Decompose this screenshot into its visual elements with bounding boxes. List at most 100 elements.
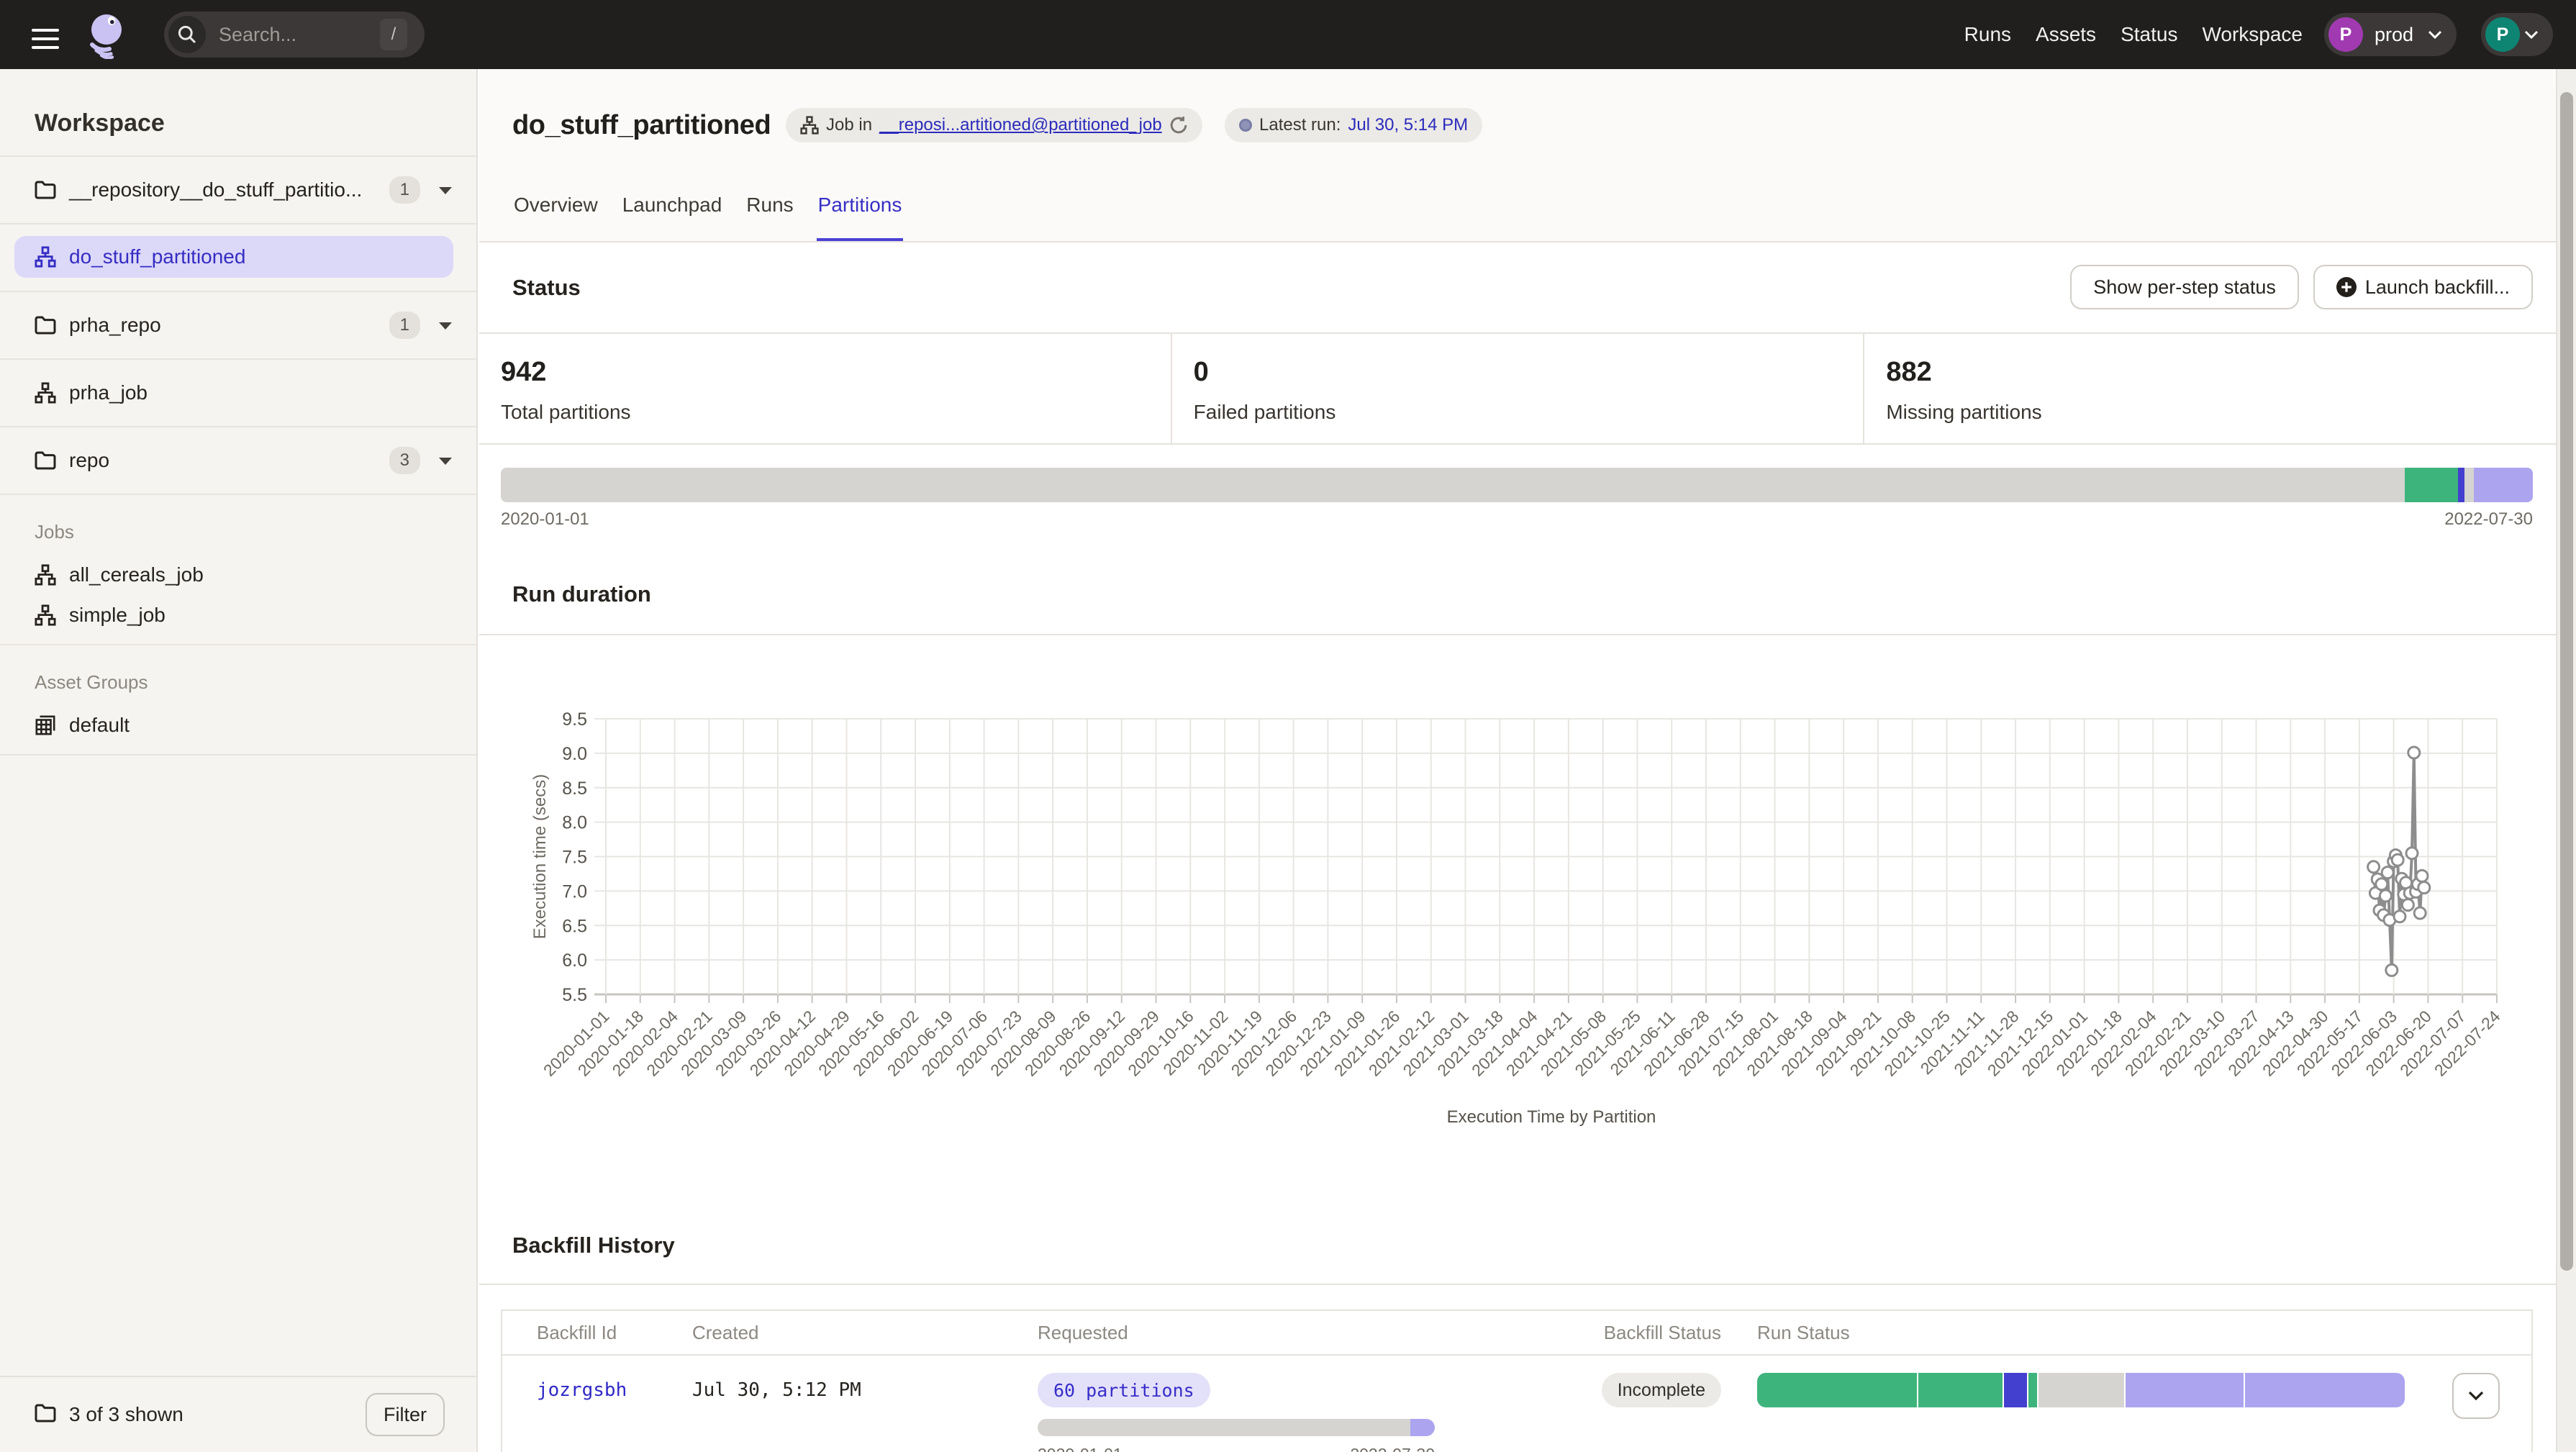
search-input[interactable]: Search... /	[164, 12, 425, 58]
latest-run-tag: Latest run: Jul 30, 5:14 PM	[1225, 108, 1482, 142]
job-header: do_stuff_partitioned Job in __reposi...a…	[479, 69, 2556, 242]
nav-links: Runs Assets Status Workspace	[1964, 0, 2303, 69]
vertical-scrollbar[interactable]	[2556, 69, 2576, 1452]
count-badge: 1	[389, 176, 420, 204]
folder-icon	[35, 316, 56, 335]
svg-text:6.5: 6.5	[562, 916, 587, 936]
stat-total-partitions: 942 Total partitions	[479, 334, 1171, 443]
backfill-requested: 60 partitions 2020-01-012022-07-30	[1020, 1356, 1452, 1452]
partition-status-bar-track[interactable]	[501, 468, 2533, 502]
chevron-down-icon	[2468, 1391, 2484, 1401]
run-duration-chart: 9.59.08.58.07.57.06.56.05.52020-01-01202…	[479, 636, 2556, 1147]
asset-group-icon	[35, 714, 56, 736]
tab-overview[interactable]: Overview	[512, 194, 599, 241]
backfill-history-heading: Backfill History	[512, 1233, 675, 1258]
nav-link-status[interactable]: Status	[2121, 23, 2177, 46]
plus-circle-icon	[2336, 277, 2357, 297]
launch-backfill-button[interactable]: Launch backfill...	[2313, 265, 2533, 309]
run-duration-heading: Run duration	[512, 581, 651, 607]
col-backfill-status: Backfill Status	[1452, 1311, 1740, 1354]
svg-text:Execution Time by Partition: Execution Time by Partition	[1447, 1107, 1656, 1127]
tab-runs[interactable]: Runs	[745, 194, 794, 241]
expand-row-button[interactable]	[2452, 1373, 2500, 1419]
run-duration-header: Run duration	[479, 554, 2556, 635]
col-backfill-id: Backfill Id	[502, 1311, 675, 1354]
sidebar-section-jobs: Jobs all_cereals_jobsimple_job	[0, 495, 476, 645]
sidebar-item-repo[interactable]: repo 3	[0, 427, 476, 495]
user-avatar: P	[2485, 17, 2520, 52]
shown-count: 3 of 3 shown	[69, 1403, 183, 1426]
sidebar-item-prha-repo[interactable]: prha_repo 1	[0, 292, 476, 360]
backfill-id-link[interactable]: jozrgsbh	[537, 1379, 627, 1401]
svg-text:6.0: 6.0	[562, 950, 587, 971]
run-status-dot	[1239, 119, 1252, 132]
tab-partitions[interactable]: Partitions	[817, 194, 904, 241]
stat-failed-partitions: 0 Failed partitions	[1171, 334, 1864, 443]
requested-partitions-chip[interactable]: 60 partitions	[1038, 1373, 1210, 1407]
sidebar-section-asset-groups: Asset Groups default	[0, 645, 476, 756]
sidebar-item-prha-job[interactable]: prha_job	[0, 360, 476, 427]
user-menu[interactable]: P	[2481, 13, 2553, 56]
scrollbar-thumb[interactable]	[2560, 92, 2573, 1271]
folder-icon	[35, 181, 56, 199]
expand-caret-icon[interactable]	[439, 322, 452, 330]
backfill-row: jozrgsbh Jul 30, 5:12 PM 60 partitions 2…	[502, 1356, 2531, 1452]
menu-icon[interactable]	[32, 29, 59, 49]
sidebar-item--repository-do-stuff-partitio-[interactable]: __repository__do_stuff_partitio... 1	[0, 157, 476, 224]
sidebar-item-do-stuff-partitioned[interactable]: do_stuff_partitioned	[0, 224, 476, 292]
status-section-header: Status Show per-step status Launch backf…	[479, 243, 2556, 332]
svg-text:8.0: 8.0	[562, 813, 587, 833]
search-placeholder: Search...	[219, 24, 296, 46]
filter-button[interactable]: Filter	[366, 1393, 445, 1436]
dagster-logo[interactable]	[82, 10, 131, 59]
reload-icon[interactable]	[1169, 116, 1188, 135]
top-nav: Search... / Runs Assets Status Workspace P …	[0, 0, 2576, 69]
workspace-sidebar: Workspace __repository__do_stuff_partiti…	[0, 69, 478, 1452]
chevron-down-icon	[2428, 30, 2442, 39]
search-shortcut-key: /	[380, 19, 407, 50]
deployment-switcher[interactable]: P prod	[2324, 13, 2457, 56]
tab-launchpad[interactable]: Launchpad	[621, 194, 724, 241]
latest-run-link[interactable]: Jul 30, 5:14 PM	[1348, 115, 1468, 135]
backfill-history-header: Backfill History	[479, 1207, 2556, 1285]
nav-link-workspace[interactable]: Workspace	[2202, 23, 2303, 46]
job-origin-tag: Job in __reposi...artitioned@partitioned…	[786, 108, 1202, 142]
backfill-table-header: Backfill Id Created Requested Backfill S…	[502, 1311, 2531, 1356]
svg-text:Execution time (secs): Execution time (secs)	[530, 774, 550, 939]
col-created: Created	[675, 1311, 1020, 1354]
section-label: Jobs	[35, 521, 476, 543]
col-run-status: Run Status	[1740, 1311, 2422, 1354]
job-tabs: Overview Launchpad Runs Partitions	[512, 194, 903, 241]
count-badge: 1	[389, 312, 420, 339]
sidebar-item-default[interactable]: default	[0, 705, 476, 745]
nav-link-runs[interactable]: Runs	[1964, 23, 2011, 46]
status-heading: Status	[512, 275, 581, 301]
svg-text:7.5: 7.5	[562, 848, 587, 868]
svg-text:9.0: 9.0	[562, 744, 587, 764]
backfill-table: Backfill Id Created Requested Backfill S…	[501, 1310, 2533, 1452]
expand-caret-icon[interactable]	[439, 458, 452, 465]
deployment-avatar: P	[2328, 17, 2363, 52]
backfill-created: Jul 30, 5:12 PM	[692, 1379, 861, 1401]
section-label: Asset Groups	[35, 671, 476, 694]
count-badge: 3	[389, 447, 420, 474]
job-icon	[35, 604, 56, 626]
run-status-bar[interactable]	[1757, 1373, 2405, 1407]
sidebar-item-all_cereals_job[interactable]: all_cereals_job	[0, 555, 476, 595]
bar-start-date: 2020-01-01	[501, 509, 589, 530]
main-content: do_stuff_partitioned Job in __reposi...a…	[479, 69, 2556, 1452]
expand-caret-icon[interactable]	[439, 187, 452, 194]
chevron-down-icon	[2524, 30, 2539, 39]
col-requested: Requested	[1020, 1311, 1452, 1354]
job-icon	[35, 564, 56, 586]
requested-progress-bar	[1038, 1419, 1435, 1436]
job-origin-link[interactable]: __reposi...artitioned@partitioned_job	[879, 115, 1162, 135]
folder-icon	[35, 451, 56, 470]
nav-link-assets[interactable]: Assets	[2036, 23, 2096, 46]
show-per-step-status-button[interactable]: Show per-step status	[2070, 265, 2299, 309]
search-icon	[168, 16, 206, 53]
partition-status-bar: 2020-01-01 2022-07-30	[501, 468, 2533, 530]
job-icon	[35, 246, 56, 268]
partition-stats: 942 Total partitions 0 Failed partitions…	[479, 332, 2556, 445]
sidebar-item-simple_job[interactable]: simple_job	[0, 595, 476, 635]
